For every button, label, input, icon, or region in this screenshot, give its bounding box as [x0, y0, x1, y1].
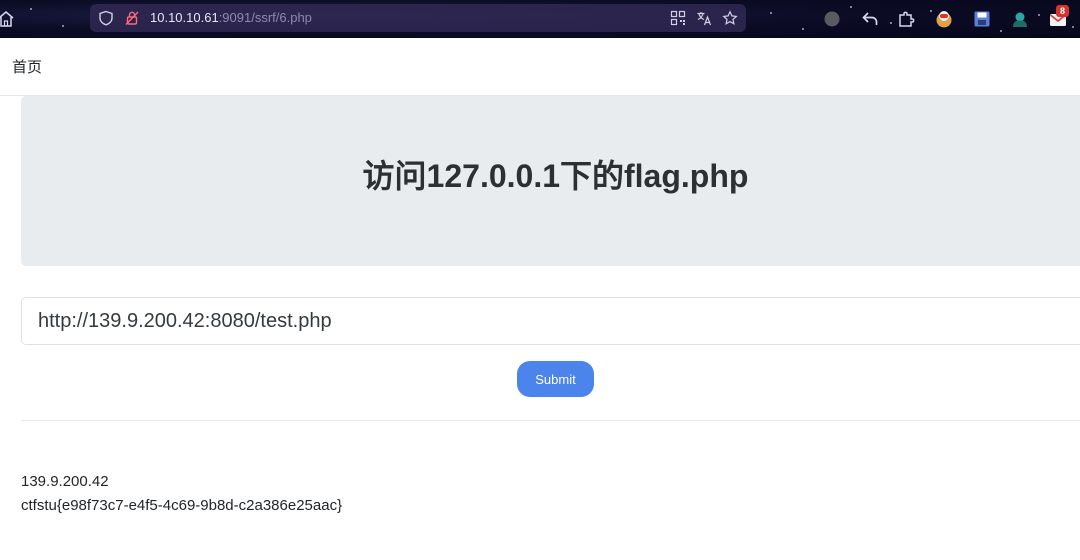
divider [21, 420, 1080, 421]
decor-star [802, 28, 804, 30]
address-bar[interactable]: 10.10.10.61:9091/ssrf/6.php [90, 4, 746, 32]
result-flag: ctfstu{e98f73c7-e4f5-4c69-9b8d-c2a386e25… [21, 497, 343, 514]
top-navbar: 首页 [0, 38, 1080, 96]
profile-dot-icon[interactable] [822, 9, 842, 29]
translate-icon[interactable] [696, 10, 712, 26]
undo-arrow-icon[interactable] [860, 9, 880, 29]
qr-code-icon[interactable] [670, 10, 686, 26]
decor-star [930, 10, 932, 12]
hacker-extension-icon[interactable] [1010, 9, 1030, 29]
decor-star [770, 12, 772, 14]
puzzle-icon[interactable] [896, 9, 916, 29]
nav-home-link[interactable]: 首页 [12, 59, 42, 77]
save-icon[interactable] [972, 9, 992, 29]
home-icon[interactable] [0, 10, 14, 28]
page-title: 访问127.0.0.1下的flag.php [362, 158, 749, 194]
browser-toolbar: 10.10.10.61:9091/ssrf/6.php 8 [0, 0, 1080, 38]
hero-banner: 访问127.0.0.1下的flag.php [21, 96, 1080, 266]
cookie-extension-icon[interactable] [934, 9, 954, 29]
insecure-lock-icon[interactable] [124, 10, 140, 26]
star-bookmark-icon[interactable] [722, 10, 738, 26]
decor-star [1072, 26, 1074, 28]
decor-star [30, 8, 32, 10]
submit-button[interactable]: Submit [517, 361, 594, 397]
notification-badge: 8 [1056, 5, 1069, 17]
decor-star [1038, 14, 1040, 16]
decor-star [62, 25, 64, 27]
shield-icon[interactable] [98, 10, 114, 26]
url-text[interactable]: 10.10.10.61:9091/ssrf/6.php [150, 10, 312, 26]
url-host: 10.10.10.61 [150, 10, 219, 25]
result-ip: 139.9.200.42 [21, 473, 109, 490]
decor-star [890, 22, 892, 24]
decor-star [850, 6, 852, 8]
url-input[interactable] [21, 297, 1080, 345]
url-path: :9091/ssrf/6.php [218, 10, 312, 25]
decor-star [1000, 30, 1002, 32]
